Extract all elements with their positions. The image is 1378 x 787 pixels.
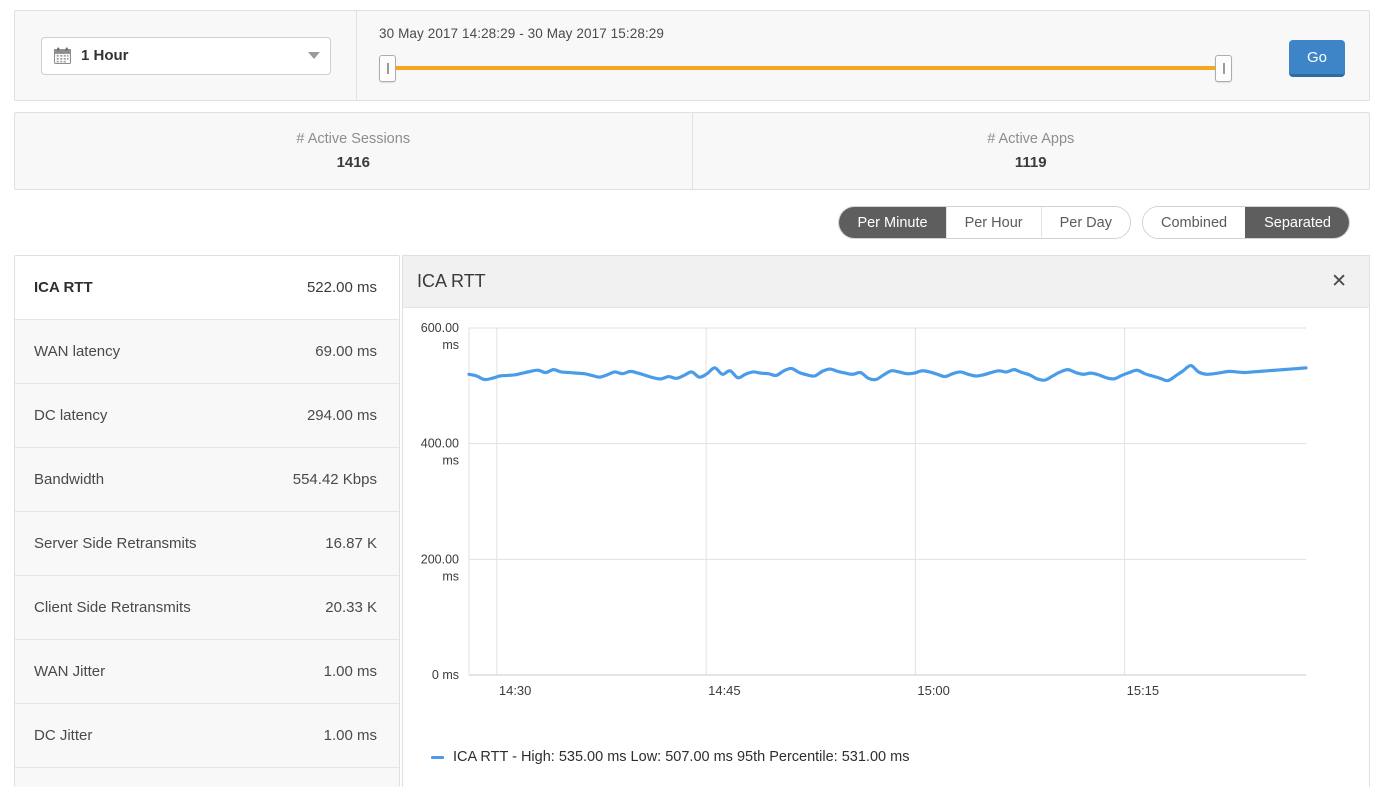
analytics-dashboard: 1 Hour 30 May 2017 14:28:29 - 30 May 201… bbox=[0, 0, 1378, 787]
legend-label: ICA RTT - High: 535.00 ms Low: 507.00 ms… bbox=[453, 749, 910, 765]
close-icon[interactable]: ✕ bbox=[1331, 272, 1347, 291]
svg-text:600.00: 600.00 bbox=[421, 321, 459, 335]
stat-value: 1119 bbox=[1014, 154, 1047, 171]
stat-value: 1416 bbox=[336, 154, 370, 171]
metric-name: Bandwidth bbox=[34, 471, 105, 488]
metric-value: 554.42 Kbps bbox=[292, 471, 377, 488]
time-range-select-area: 1 Hour bbox=[15, 11, 357, 100]
list-item[interactable]: DC latency 294.00 ms bbox=[15, 384, 399, 448]
list-item[interactable]: WAN latency 69.00 ms bbox=[15, 320, 399, 384]
metric-name: DC latency bbox=[34, 407, 108, 424]
calendar-icon bbox=[54, 47, 71, 64]
time-slider-area: 30 May 2017 14:28:29 - 30 May 2017 15:28… bbox=[357, 11, 1369, 100]
metric-value: 1.00 ms bbox=[323, 663, 377, 680]
tab-separated[interactable]: Separated bbox=[1245, 207, 1349, 238]
metric-name: WAN Jitter bbox=[34, 663, 106, 680]
slider-track[interactable] bbox=[387, 66, 1230, 70]
stat-label: # Active Apps bbox=[987, 131, 1075, 147]
time-range-bar: 1 Hour 30 May 2017 14:28:29 - 30 May 201… bbox=[14, 10, 1370, 101]
svg-text:ms: ms bbox=[442, 454, 459, 468]
list-item[interactable]: ICA RTT 522.00 ms bbox=[15, 256, 399, 320]
summary-stats-bar: # Active Sessions 1416 # Active Apps 111… bbox=[14, 112, 1370, 190]
chart-body: 0 ms 200.00 ms 400.00 ms 600.00 ms 14:30 14:45 15… bbox=[403, 308, 1369, 787]
stat-active-apps: # Active Apps 1119 bbox=[691, 113, 1370, 189]
svg-text:200.00: 200.00 bbox=[421, 552, 459, 566]
metric-value: 20.33 K bbox=[325, 599, 377, 616]
metric-name: ICA RTT bbox=[34, 279, 93, 296]
go-button[interactable]: Go bbox=[1289, 40, 1345, 77]
line-chart[interactable]: 0 ms 200.00 ms 400.00 ms 600.00 ms 14:30 14:45 15… bbox=[403, 308, 1369, 787]
metric-list: ICA RTT 522.00 ms WAN latency 69.00 ms D… bbox=[14, 255, 400, 787]
svg-text:14:30: 14:30 bbox=[499, 683, 532, 698]
time-range-dropdown[interactable]: 1 Hour bbox=[41, 36, 331, 75]
chart-controls-bar: Per Minute Per Hour Per Day Combined Sep… bbox=[14, 196, 1370, 249]
time-range-value: 1 Hour bbox=[81, 47, 129, 64]
metric-value: 1.00 ms bbox=[323, 727, 377, 744]
chart-legend: ICA RTT - High: 535.00 ms Low: 507.00 ms… bbox=[431, 749, 909, 765]
list-item[interactable]: Server Side Retransmits 16.87 K bbox=[15, 512, 399, 576]
metric-name: WAN latency bbox=[34, 343, 121, 360]
time-range-label: 30 May 2017 14:28:29 - 30 May 2017 15:28… bbox=[379, 26, 665, 41]
chart-title: ICA RTT bbox=[417, 271, 486, 291]
view-button-group: Combined Separated bbox=[1141, 206, 1350, 239]
stat-label: # Active Sessions bbox=[296, 131, 411, 147]
stat-active-sessions: # Active Sessions 1416 bbox=[15, 113, 692, 189]
metric-name: Server Side Retransmits bbox=[34, 535, 197, 552]
metric-name: Client Side Retransmits bbox=[34, 599, 191, 616]
svg-text:15:15: 15:15 bbox=[1127, 683, 1160, 698]
list-item[interactable]: DC Jitter 1.00 ms bbox=[15, 704, 399, 768]
interval-button-group: Per Minute Per Hour Per Day bbox=[838, 206, 1131, 239]
metric-value: 294.00 ms bbox=[306, 407, 377, 424]
svg-text:ms: ms bbox=[442, 569, 459, 583]
slider-handle-start[interactable] bbox=[379, 55, 396, 82]
tab-per-day[interactable]: Per Day bbox=[1040, 207, 1130, 238]
metric-name: DC Jitter bbox=[34, 727, 93, 744]
metric-value: 522.00 ms bbox=[306, 279, 377, 296]
svg-text:ms: ms bbox=[442, 338, 459, 352]
list-item[interactable]: Client Side Retransmits 20.33 K bbox=[15, 576, 399, 640]
svg-text:400.00: 400.00 bbox=[421, 437, 459, 451]
svg-text:14:45: 14:45 bbox=[708, 683, 741, 698]
svg-text:0 ms: 0 ms bbox=[432, 668, 459, 682]
chevron-down-icon bbox=[308, 52, 320, 59]
metric-value: 16.87 K bbox=[325, 535, 377, 552]
svg-text:15:00: 15:00 bbox=[917, 683, 950, 698]
tab-combined[interactable]: Combined bbox=[1142, 207, 1246, 238]
tab-per-hour[interactable]: Per Hour bbox=[945, 207, 1041, 238]
chart-header: ICA RTT ✕ bbox=[403, 256, 1369, 308]
chart-panel: ICA RTT ✕ 0 ms 200.00 ms 400.00 ms 600.00 ms 14… bbox=[402, 255, 1370, 787]
slider-handle-end[interactable] bbox=[1215, 55, 1232, 82]
list-item[interactable]: Bandwidth 554.42 Kbps bbox=[15, 448, 399, 512]
tab-per-minute[interactable]: Per Minute bbox=[839, 207, 946, 238]
legend-color-swatch bbox=[431, 755, 444, 759]
list-item-partial[interactable] bbox=[15, 768, 399, 787]
metric-value: 69.00 ms bbox=[315, 343, 377, 360]
list-item[interactable]: WAN Jitter 1.00 ms bbox=[15, 640, 399, 704]
time-range-slider[interactable] bbox=[379, 51, 1259, 85]
